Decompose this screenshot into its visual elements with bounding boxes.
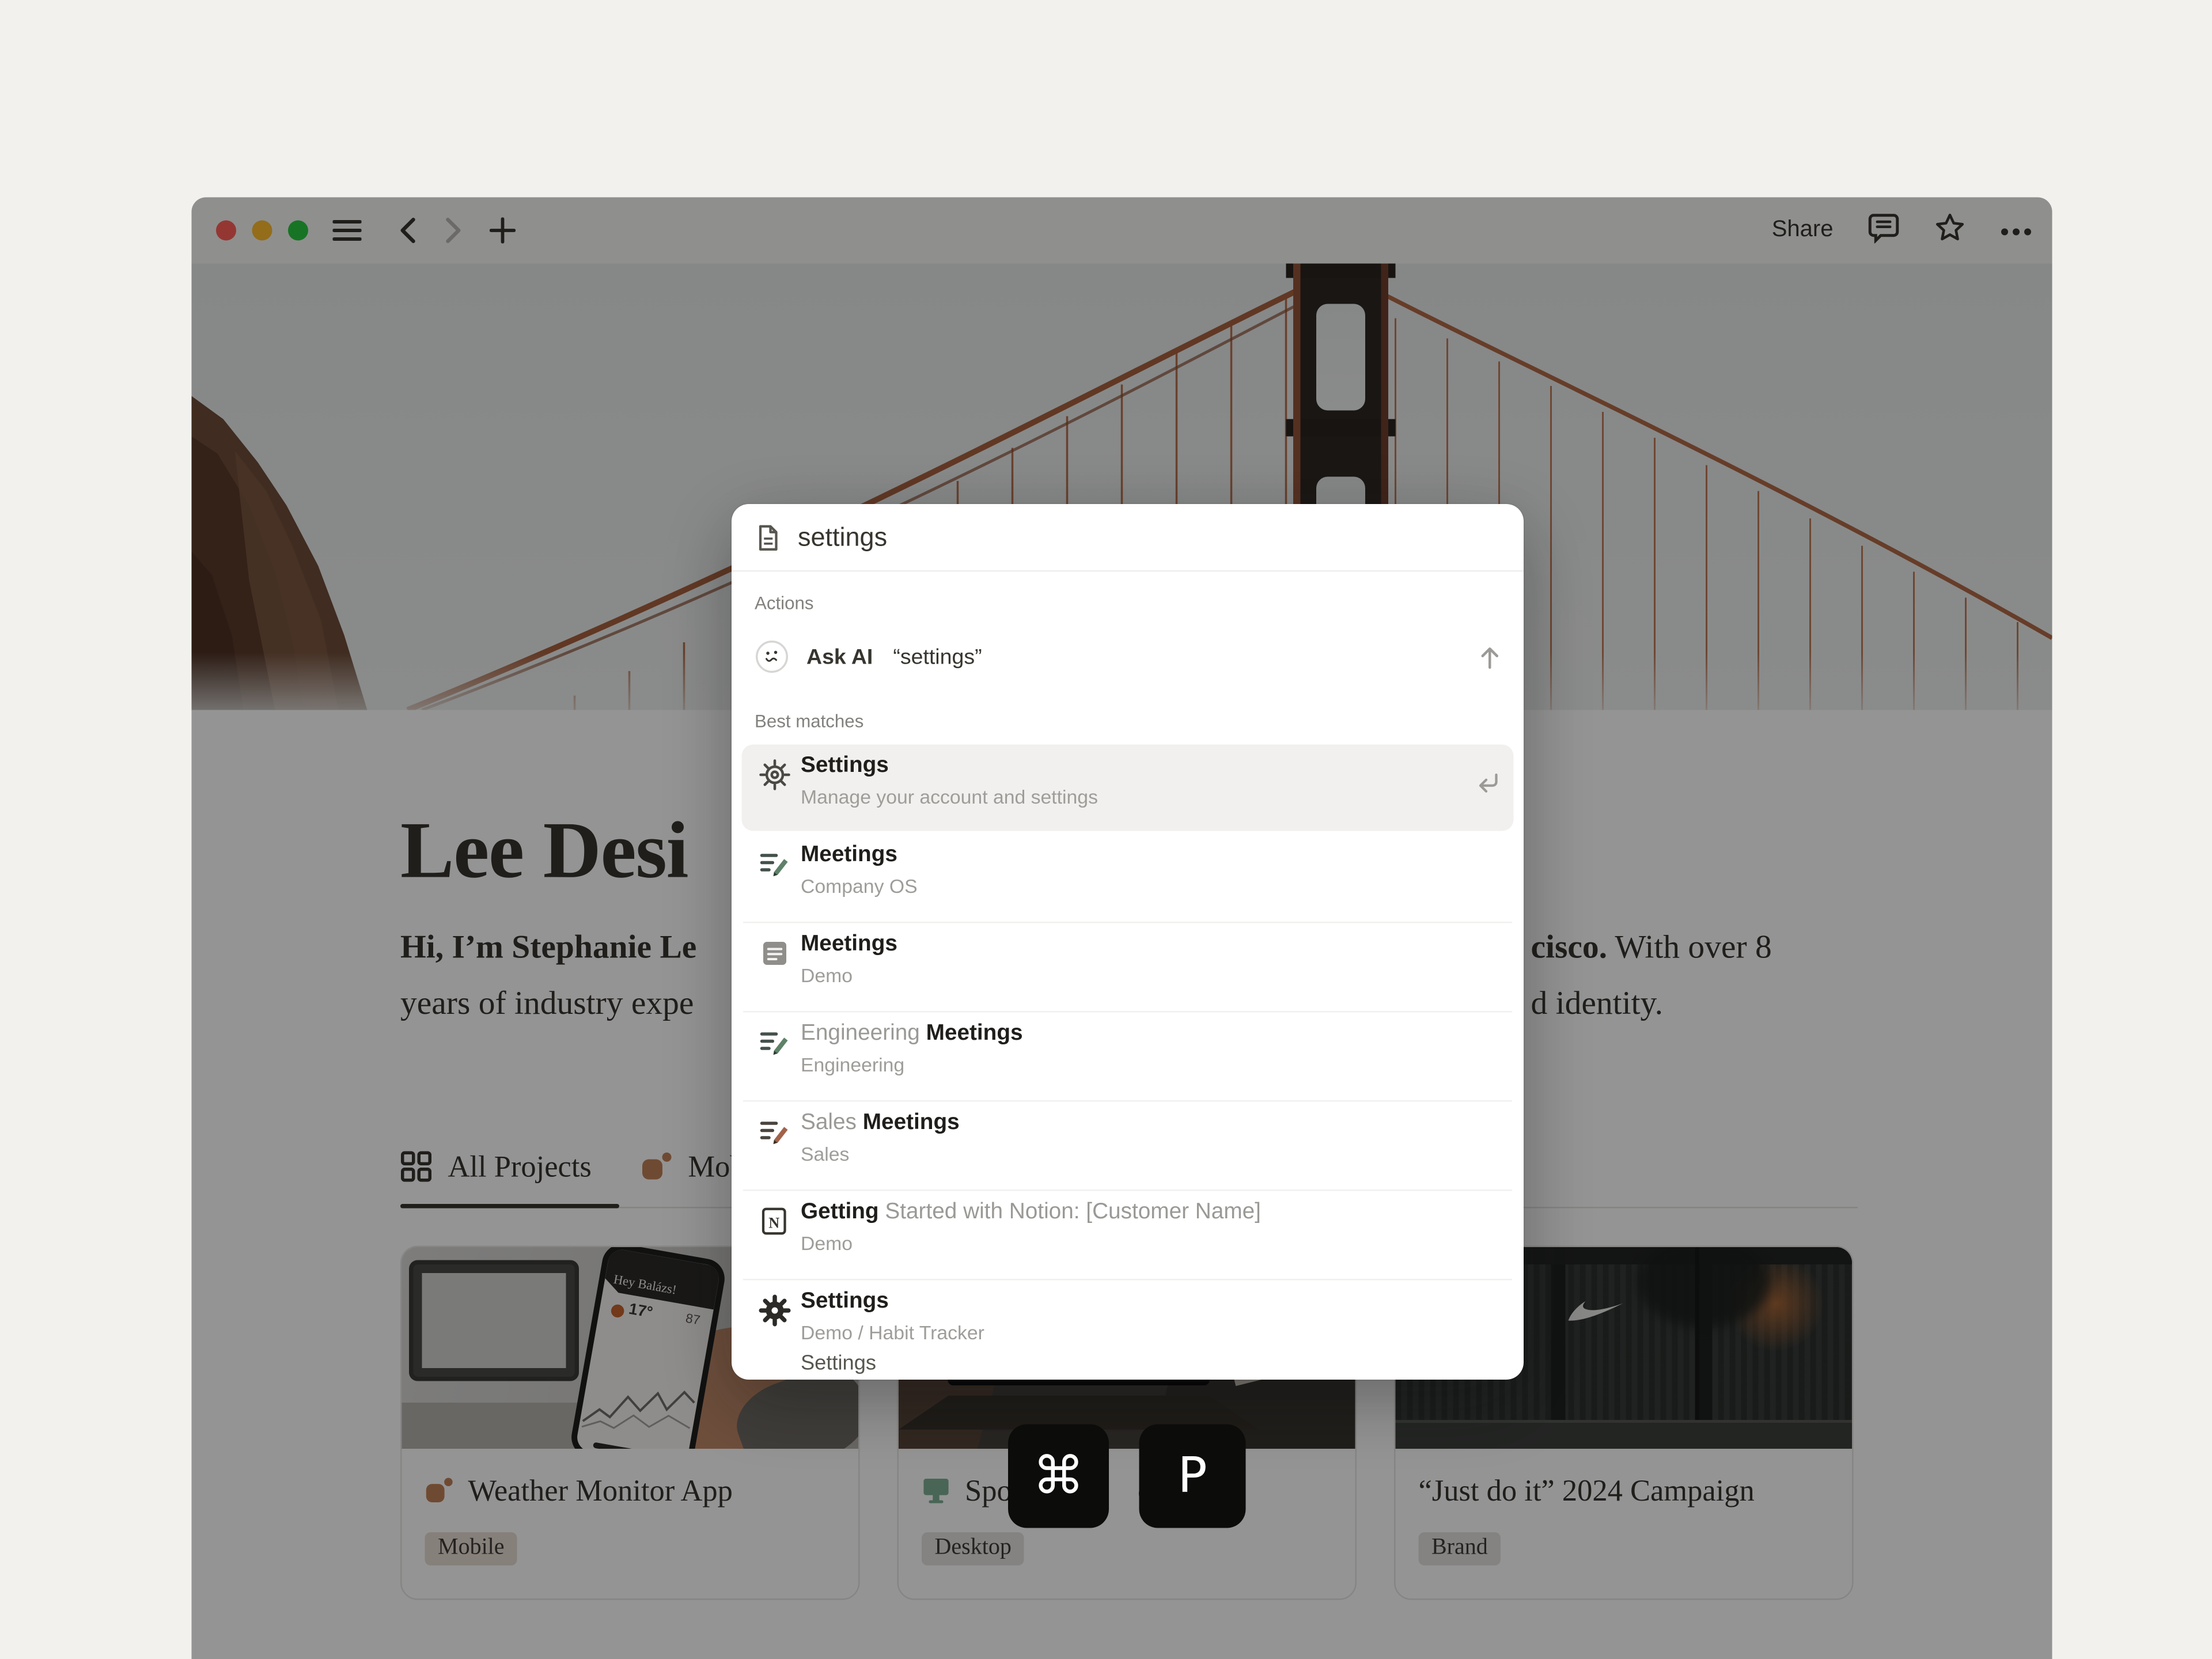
search-dialog: Actions Ask AI “settings” Best matches xyxy=(732,504,1524,1380)
meeting-notes-icon xyxy=(759,849,791,880)
ask-ai-label: Ask AI xyxy=(806,645,873,669)
gear-solid-icon xyxy=(759,1295,791,1327)
search-input[interactable] xyxy=(798,522,1501,552)
note-card-icon xyxy=(759,938,791,969)
page-icon xyxy=(755,524,782,551)
result-meetings-demo[interactable]: Meetings Demo xyxy=(732,922,1524,1011)
result-sales-meetings[interactable]: Sales Meetings Sales xyxy=(732,1100,1524,1190)
clipped-next-result: Settings xyxy=(801,1353,876,1376)
p-keycap: P xyxy=(1139,1425,1246,1528)
result-settings[interactable]: Settings Manage your account and setting… xyxy=(732,743,1524,832)
best-matches-section-label: Best matches xyxy=(755,711,863,732)
arrow-up-icon xyxy=(1479,645,1501,669)
ask-ai-action[interactable]: Ask AI “settings” xyxy=(732,628,1524,685)
ai-face-icon xyxy=(755,639,789,674)
gear-outline-icon xyxy=(759,759,791,791)
ask-ai-query: “settings” xyxy=(893,645,982,669)
command-keycap: ⌘ xyxy=(1008,1425,1109,1528)
meeting-notes-icon xyxy=(759,1116,791,1148)
notion-logo-icon: N xyxy=(759,1206,791,1237)
result-engineering-meetings[interactable]: Engineering Meetings Engineering xyxy=(732,1011,1524,1100)
result-settings-habit-tracker[interactable]: Settings Demo / Habit Tracker Settings xyxy=(732,1279,1524,1380)
result-getting-started[interactable]: N Getting Started with Notion: [Customer… xyxy=(732,1190,1524,1279)
screen: Share xyxy=(0,0,2212,1659)
return-key-icon xyxy=(1475,772,1501,795)
dialog-divider xyxy=(732,570,1524,572)
svg-text:N: N xyxy=(768,1214,779,1231)
actions-section-label: Actions xyxy=(755,593,814,613)
result-meetings-company-os[interactable]: Meetings Company OS xyxy=(732,832,1524,922)
meeting-notes-icon xyxy=(759,1027,791,1059)
search-input-row[interactable] xyxy=(732,504,1524,570)
